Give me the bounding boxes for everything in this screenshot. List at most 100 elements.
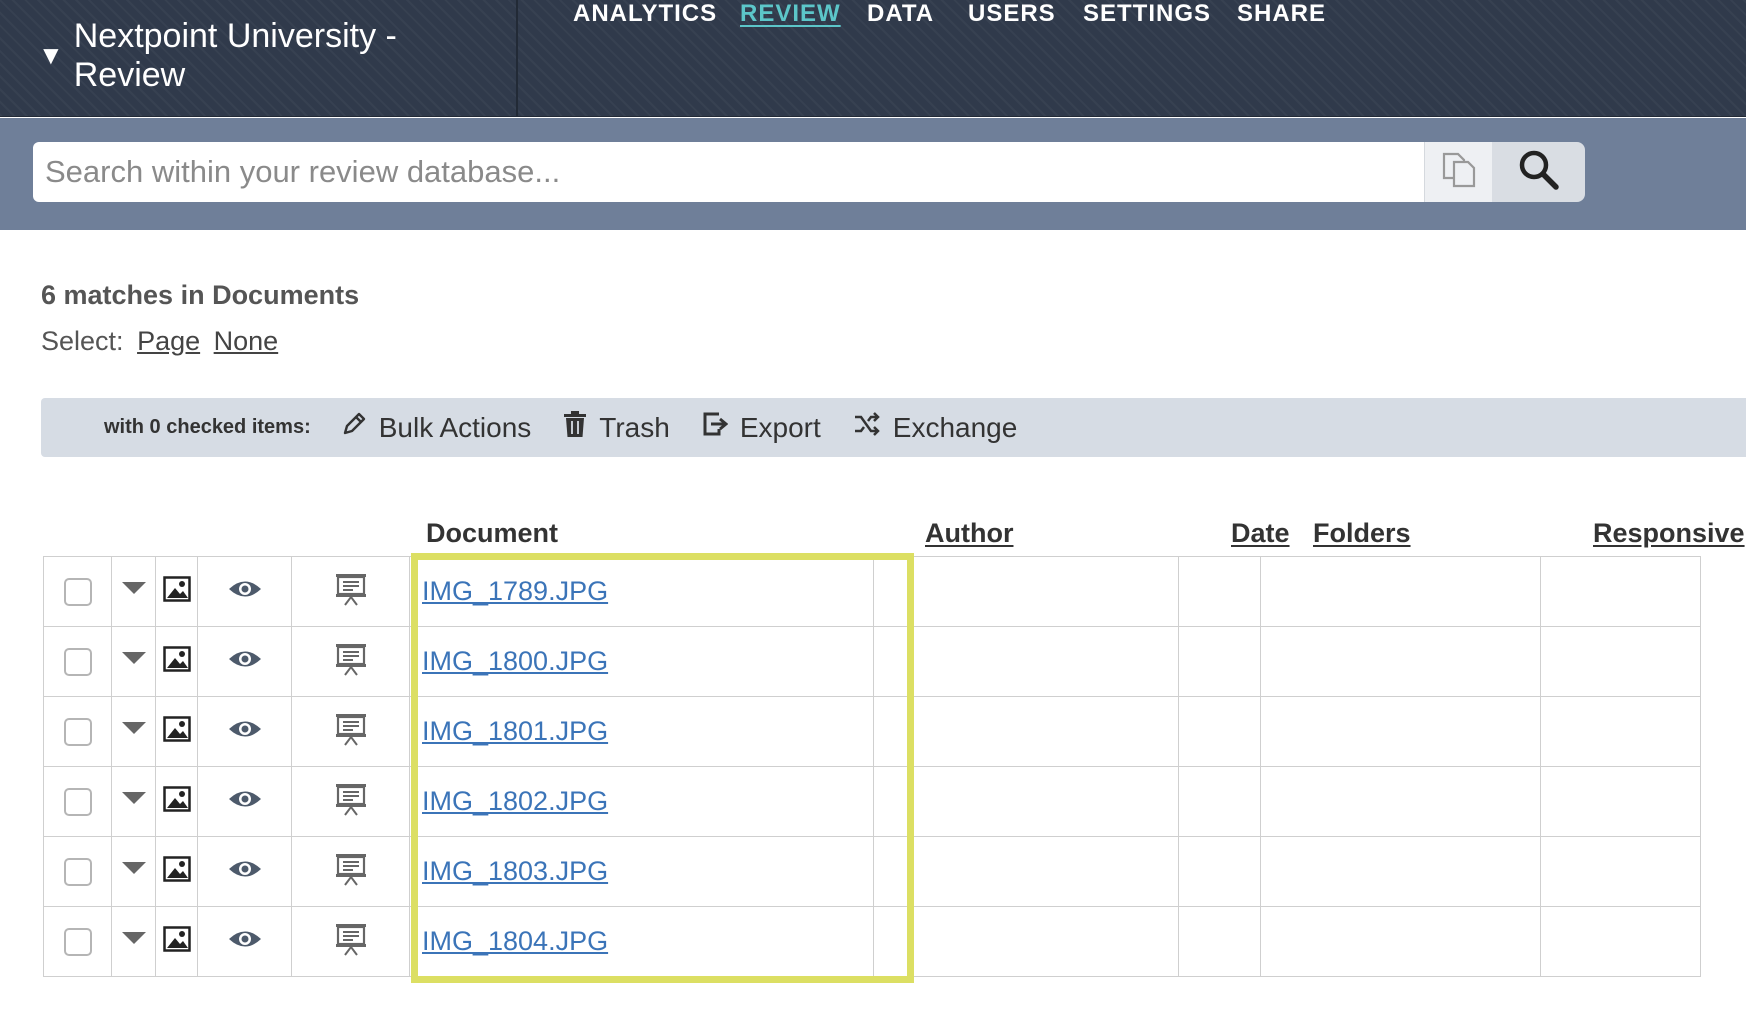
date-cell (1178, 696, 1261, 767)
nav-settings[interactable]: SETTINGS (1083, 0, 1211, 28)
date-cell (1178, 906, 1261, 977)
eye-icon[interactable] (227, 718, 263, 745)
responsive-cell (1540, 696, 1701, 767)
bulk-actions-button[interactable]: Bulk Actions (341, 411, 532, 444)
image-icon[interactable] (162, 926, 191, 957)
search-input[interactable] (33, 142, 1425, 202)
row-checkbox[interactable] (63, 927, 92, 956)
eye-icon[interactable] (227, 858, 263, 885)
table-row: IMG_1800.JPG (43, 626, 1701, 697)
select-page-link[interactable]: Page (137, 326, 200, 356)
author-cell (873, 626, 1179, 697)
row-menu-caret-icon[interactable] (121, 652, 146, 665)
row-menu-caret-icon[interactable] (121, 932, 146, 945)
folders-cell (1260, 696, 1541, 767)
document-link[interactable]: IMG_1800.JPG (422, 646, 608, 676)
author-cell (873, 906, 1179, 977)
row-checkbox[interactable] (63, 787, 92, 816)
author-cell (873, 556, 1179, 627)
row-menu-caret-icon[interactable] (121, 722, 146, 735)
author-cell (873, 766, 1179, 837)
presentation-icon[interactable] (334, 852, 368, 891)
trash-button[interactable]: Trash (563, 410, 670, 445)
copy-search-button[interactable] (1424, 142, 1492, 202)
caret-down-icon: ▼ (38, 40, 64, 70)
document-link[interactable]: IMG_1803.JPG (422, 856, 608, 886)
export-label: Export (739, 411, 821, 443)
image-icon[interactable] (162, 646, 191, 677)
row-checkbox[interactable] (63, 647, 92, 676)
presentation-icon[interactable] (334, 782, 368, 821)
select-controls: Select: Page None (41, 326, 278, 357)
author-cell (873, 696, 1179, 767)
nav-users[interactable]: USERS (968, 0, 1056, 28)
documents-icon (1439, 151, 1479, 194)
column-header-folders[interactable]: Folders (1313, 518, 1411, 549)
row-checkbox[interactable] (63, 717, 92, 746)
image-icon[interactable] (162, 716, 191, 747)
table-row: IMG_1801.JPG (43, 696, 1701, 767)
presentation-icon[interactable] (334, 642, 368, 681)
nav-share[interactable]: SHARE (1237, 0, 1326, 28)
eye-icon[interactable] (227, 648, 263, 675)
search-button[interactable] (1492, 142, 1585, 202)
row-checkbox[interactable] (63, 857, 92, 886)
exchange-label: Exchange (892, 411, 1018, 443)
image-icon[interactable] (162, 786, 191, 817)
column-header-document: Document (426, 518, 559, 548)
row-menu-caret-icon[interactable] (121, 792, 146, 805)
date-cell (1178, 556, 1261, 627)
table-row: IMG_1803.JPG (43, 836, 1701, 907)
column-header-author[interactable]: Author (925, 518, 1013, 549)
results-table: IMG_1789.JPG IMG_1800.JPG IMG_1801.JPG I… (43, 556, 1701, 977)
row-checkbox[interactable] (63, 577, 92, 606)
document-link[interactable]: IMG_1801.JPG (422, 716, 608, 746)
shuffle-icon (853, 411, 893, 444)
row-menu-caret-icon[interactable] (121, 862, 146, 875)
project-switcher[interactable]: ▼ Nextpoint University - Review (0, 0, 518, 117)
checked-items-label: with 0 checked items: (104, 416, 311, 438)
presentation-icon[interactable] (334, 572, 368, 611)
trash-icon (563, 410, 599, 445)
table-row: IMG_1804.JPG (43, 906, 1701, 977)
folders-cell (1260, 836, 1541, 907)
responsive-cell (1540, 766, 1701, 837)
nav-analytics[interactable]: ANALYTICS (573, 0, 717, 28)
column-header-date[interactable]: Date (1231, 518, 1290, 549)
eye-icon[interactable] (227, 578, 263, 605)
exchange-button[interactable]: Exchange (853, 411, 1018, 444)
eye-icon[interactable] (227, 788, 263, 815)
export-button[interactable]: Export (702, 411, 821, 444)
folders-cell (1260, 766, 1541, 837)
project-title: Nextpoint University - Review (73, 16, 397, 94)
results-summary: 6 matches in Documents (41, 280, 360, 310)
responsive-cell (1540, 626, 1701, 697)
folders-cell (1260, 626, 1541, 697)
pencil-icon (341, 411, 379, 444)
nav-review[interactable]: REVIEW (740, 0, 841, 28)
responsive-cell (1540, 836, 1701, 907)
search-band (0, 118, 1746, 230)
document-link[interactable]: IMG_1804.JPG (422, 926, 608, 956)
select-label: Select: (41, 326, 124, 356)
presentation-icon[interactable] (334, 712, 368, 751)
date-cell (1178, 626, 1261, 697)
date-cell (1178, 766, 1261, 837)
image-icon[interactable] (162, 576, 191, 607)
document-link[interactable]: IMG_1789.JPG (422, 576, 608, 606)
column-header-responsive[interactable]: Responsive (1593, 518, 1745, 549)
select-none-link[interactable]: None (214, 326, 279, 356)
folders-cell (1260, 906, 1541, 977)
table-row: IMG_1802.JPG (43, 766, 1701, 837)
top-navbar: ▼ Nextpoint University - Review ANALYTIC… (0, 0, 1746, 117)
bulk-actions-label: Bulk Actions (378, 411, 532, 443)
row-menu-caret-icon[interactable] (121, 582, 146, 595)
export-icon (702, 411, 740, 444)
presentation-icon[interactable] (334, 922, 368, 961)
eye-icon[interactable] (227, 928, 263, 955)
document-link[interactable]: IMG_1802.JPG (422, 786, 608, 816)
table-row: IMG_1789.JPG (43, 556, 1701, 627)
image-icon[interactable] (162, 856, 191, 887)
nav-data[interactable]: DATA (867, 0, 934, 28)
bulk-actions-bar: with 0 checked items: Bulk Actions Trash (41, 398, 1746, 457)
